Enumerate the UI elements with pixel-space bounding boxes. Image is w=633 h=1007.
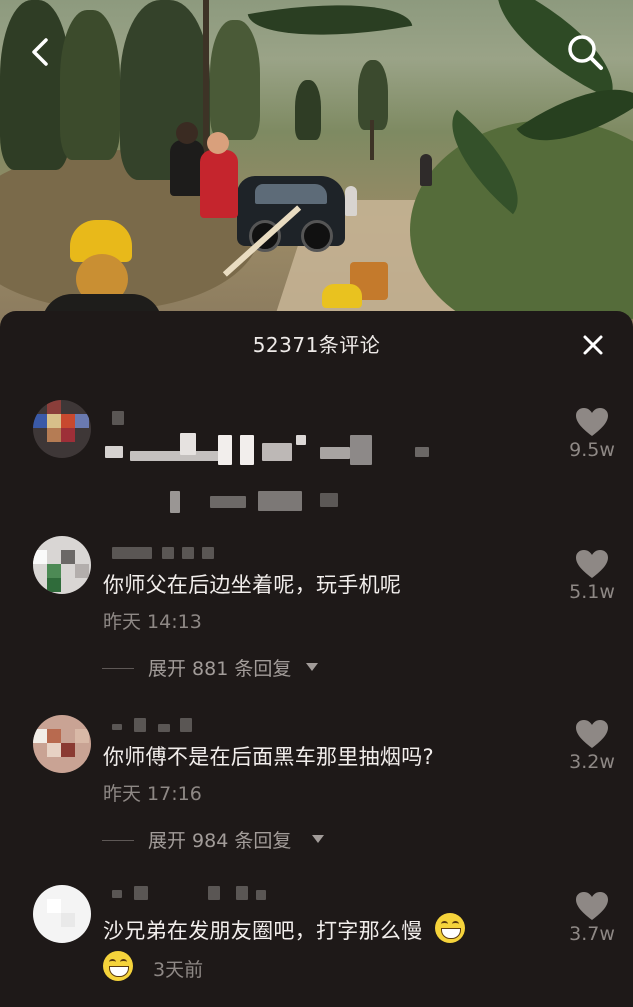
divider-line bbox=[102, 840, 134, 841]
like-count: 9.5w bbox=[569, 439, 615, 461]
heart-icon bbox=[576, 408, 608, 436]
pixel bbox=[75, 729, 89, 743]
search-button[interactable] bbox=[561, 28, 609, 76]
search-icon bbox=[568, 35, 603, 70]
comments-sheet: 52371条评论 9.5w 你师父在后边坐着呢，玩手机呢 昨天 14:13 展开… bbox=[0, 311, 633, 1007]
pixel bbox=[162, 547, 174, 559]
pixel bbox=[61, 913, 75, 927]
close-icon bbox=[583, 335, 603, 355]
comment-text: 沙兄弟在发朋友圈吧，打字那么慢 bbox=[103, 919, 423, 943]
divider-line bbox=[102, 668, 134, 669]
comment-text-row: 沙兄弟在发朋友圈吧，打字那么慢 bbox=[103, 913, 466, 945]
like-count: 3.7w bbox=[569, 923, 615, 945]
grin-emoji-icon bbox=[103, 951, 133, 981]
pixel bbox=[33, 414, 47, 428]
grin-emoji-icon bbox=[435, 913, 466, 943]
expand-replies-label: 展开 984 条回复 bbox=[148, 830, 292, 852]
pixel bbox=[182, 547, 194, 559]
like-button[interactable]: 5.1w bbox=[560, 549, 624, 603]
leaf bbox=[247, 0, 413, 54]
comment-time: 3天前 bbox=[153, 959, 204, 981]
comments-header: 52371条评论 bbox=[0, 311, 633, 377]
avatar[interactable] bbox=[33, 885, 91, 943]
pixel bbox=[61, 550, 75, 564]
pixel bbox=[236, 886, 248, 900]
pixel bbox=[33, 729, 47, 743]
pixel bbox=[112, 547, 152, 559]
pixel bbox=[61, 743, 75, 757]
pixel bbox=[47, 899, 61, 913]
like-count: 3.2w bbox=[569, 751, 615, 773]
person bbox=[345, 186, 357, 216]
tree bbox=[60, 10, 120, 160]
like-button[interactable]: 3.7w bbox=[560, 891, 624, 945]
pixel bbox=[202, 547, 214, 559]
bushes bbox=[410, 120, 633, 330]
heart-icon bbox=[576, 550, 608, 578]
pixel bbox=[47, 414, 61, 428]
pixel bbox=[61, 428, 75, 442]
pixel bbox=[33, 550, 47, 564]
avatar[interactable] bbox=[33, 400, 91, 458]
pixel bbox=[256, 890, 266, 900]
yellow-object bbox=[322, 284, 362, 308]
person-head bbox=[207, 132, 229, 154]
video-background[interactable] bbox=[0, 0, 633, 330]
comment-text: 你师父在后边坐着呢，玩手机呢 bbox=[103, 573, 402, 597]
pixel bbox=[112, 890, 122, 898]
person bbox=[420, 154, 432, 186]
chevron-left-icon bbox=[32, 38, 48, 66]
like-button[interactable]: 9.5w bbox=[560, 407, 624, 461]
like-button[interactable]: 3.2w bbox=[560, 719, 624, 773]
pixel bbox=[47, 743, 61, 757]
tree-trunk bbox=[370, 120, 374, 160]
caret-down-icon bbox=[306, 663, 318, 671]
pixel bbox=[158, 724, 170, 732]
pixel bbox=[75, 564, 89, 578]
leaf bbox=[474, 0, 633, 99]
car-window bbox=[255, 184, 327, 204]
person-head bbox=[176, 122, 198, 144]
monkey-king-costume bbox=[42, 220, 162, 330]
car-wheel bbox=[301, 220, 333, 252]
pixel bbox=[47, 428, 61, 442]
back-button[interactable] bbox=[16, 28, 64, 76]
comment-time: 昨天 17:16 bbox=[103, 783, 202, 805]
pixel bbox=[134, 718, 146, 732]
person-red-robe bbox=[200, 150, 238, 218]
tree bbox=[295, 80, 321, 140]
close-button[interactable] bbox=[579, 331, 607, 359]
comment-time: 昨天 14:13 bbox=[103, 611, 202, 633]
pixel bbox=[112, 724, 122, 730]
pixel bbox=[134, 886, 148, 900]
comment-text: 你师傅不是在后面黑车那里抽烟吗? bbox=[103, 745, 434, 769]
expand-replies-label: 展开 881 条回复 bbox=[148, 658, 292, 680]
person bbox=[170, 140, 204, 196]
avatar[interactable] bbox=[33, 715, 91, 773]
pixel bbox=[208, 886, 220, 900]
pixel bbox=[112, 411, 124, 425]
pixel bbox=[47, 400, 61, 414]
like-count: 5.1w bbox=[569, 581, 615, 603]
heart-icon bbox=[576, 892, 608, 920]
comment-time-row: 3天前 bbox=[103, 951, 203, 982]
pixel bbox=[47, 578, 61, 592]
pixel bbox=[180, 718, 192, 732]
pixel bbox=[47, 564, 61, 578]
pixel bbox=[75, 414, 89, 428]
pixel bbox=[47, 729, 61, 743]
heart-icon bbox=[576, 720, 608, 748]
avatar[interactable] bbox=[33, 536, 91, 594]
comments-count-title: 52371条评论 bbox=[252, 333, 381, 357]
tree bbox=[210, 20, 260, 140]
pixel bbox=[61, 414, 75, 428]
caret-down-icon bbox=[312, 835, 324, 843]
